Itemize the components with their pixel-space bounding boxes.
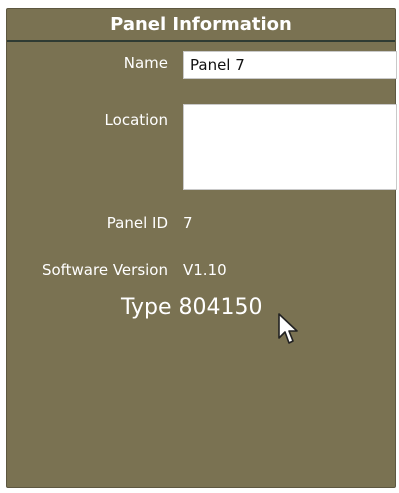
panel-id-label: Panel ID — [106, 214, 168, 232]
location-textarea[interactable] — [183, 104, 397, 190]
software-version-value: V1.10 — [183, 261, 227, 279]
name-label: Name — [123, 54, 168, 72]
software-version-label: Software Version — [41, 261, 168, 279]
panel-information: Panel Information Name Location Panel ID… — [6, 8, 397, 488]
title-divider — [7, 40, 395, 42]
panel-title: Panel Information — [110, 14, 292, 35]
panel-id-value: 7 — [183, 214, 193, 232]
location-label: Location — [104, 111, 168, 129]
name-input[interactable] — [183, 51, 397, 79]
mouse-pointer-icon — [278, 313, 298, 344]
type-text: Type 804150 — [121, 295, 263, 320]
